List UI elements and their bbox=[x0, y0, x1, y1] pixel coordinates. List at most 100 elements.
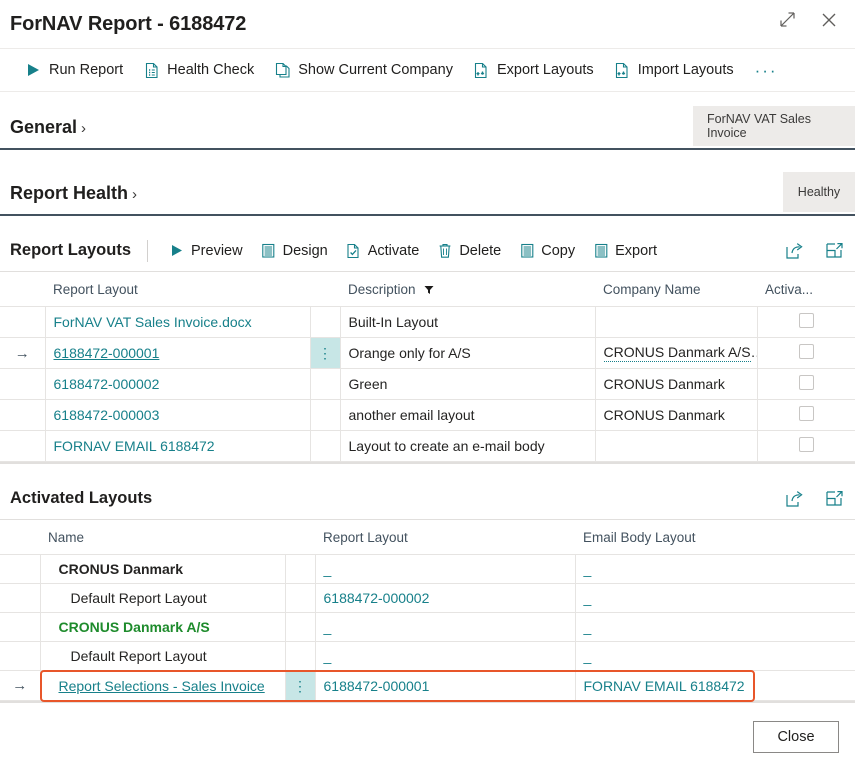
table-row[interactable]: 6188472-000002 Green CRONUS Danmark bbox=[0, 368, 855, 400]
export-layouts-button[interactable]: Export Layouts bbox=[464, 58, 603, 83]
cell-description[interactable]: Green bbox=[339, 368, 596, 400]
report-layout-value[interactable]: 6188472-000002 bbox=[324, 590, 430, 606]
cell-email-body-layout[interactable]: _ bbox=[574, 583, 855, 613]
cell-report-layout[interactable]: ForNAV VAT Sales Invoice.docx bbox=[44, 306, 311, 338]
run-report-button[interactable]: Run Report bbox=[16, 58, 132, 83]
activated-checkbox[interactable] bbox=[798, 313, 814, 328]
cell-name[interactable]: CRONUS Danmark A/S bbox=[39, 612, 286, 642]
close-icon[interactable] bbox=[815, 6, 843, 34]
cell-report-layout[interactable]: 6188472-000001 bbox=[314, 670, 576, 701]
report-health-section-toggle[interactable]: Report Health › bbox=[10, 183, 137, 204]
open-in-new-window-icon[interactable] bbox=[823, 488, 845, 510]
activated-layout-name[interactable]: Report Selections - Sales Invoice bbox=[59, 678, 265, 694]
report-layout-link[interactable]: FORNAV EMAIL 6188472 bbox=[54, 438, 215, 454]
cell-company-name[interactable] bbox=[594, 430, 758, 462]
general-section-toggle[interactable]: General › bbox=[10, 117, 86, 138]
column-header-report-layout[interactable]: Report Layout bbox=[315, 520, 575, 555]
cell-company-name[interactable]: CRONUS Danmark bbox=[594, 368, 758, 400]
table-row[interactable]: ForNAV VAT Sales Invoice.docx Built-In La… bbox=[0, 306, 855, 338]
cell-report-layout[interactable]: 6188472-000002 bbox=[314, 583, 576, 613]
cell-name[interactable]: Report Selections - Sales Invoice bbox=[39, 670, 286, 701]
report-layout-link[interactable]: ForNAV VAT Sales Invoice.docx bbox=[54, 314, 252, 330]
cell-name[interactable]: CRONUS Danmark bbox=[39, 554, 286, 584]
cell-description[interactable]: Built-In Layout bbox=[339, 306, 596, 338]
row-menu-vertical-dots-icon[interactable]: ⋮ bbox=[293, 679, 307, 693]
email-body-layout-value[interactable]: _ bbox=[584, 619, 592, 635]
cell-activated[interactable] bbox=[756, 337, 855, 369]
cell-company-name[interactable]: CRONUS Danmark bbox=[594, 399, 758, 431]
cell-activated[interactable] bbox=[756, 368, 855, 400]
report-layout-value[interactable]: _ bbox=[324, 648, 332, 664]
share-icon[interactable] bbox=[783, 240, 805, 262]
cell-email-body-layout[interactable]: _ bbox=[574, 554, 855, 584]
cell-report-layout[interactable]: 6188472-000001 bbox=[44, 337, 311, 369]
cell-name[interactable]: Default Report Layout bbox=[39, 641, 286, 671]
cell-report-layout[interactable]: _ bbox=[314, 554, 576, 584]
table-row[interactable]: → 6188472-000001 ⋮ Orange only for A/S CRONU… bbox=[0, 337, 855, 369]
export-button[interactable]: Export bbox=[585, 240, 665, 262]
email-body-layout-value[interactable]: _ bbox=[584, 648, 592, 664]
table-row[interactable]: 6188472-000003 another email layout CRONUS… bbox=[0, 399, 855, 431]
cell-activated[interactable] bbox=[756, 306, 855, 338]
import-layouts-button[interactable]: Import Layouts bbox=[605, 58, 743, 83]
report-layout-link[interactable]: 6188472-000003 bbox=[54, 407, 160, 423]
email-body-layout-value[interactable]: FORNAV EMAIL 6188472 bbox=[584, 678, 745, 694]
table-row[interactable]: CRONUS Danmark _ _ bbox=[0, 554, 855, 584]
table-row[interactable]: → Report Selections - Sales Invoice ⋮ 61884… bbox=[0, 670, 855, 701]
report-layout-link[interactable]: 6188472-000002 bbox=[54, 376, 160, 392]
delete-button[interactable]: Delete bbox=[429, 240, 509, 262]
activate-button[interactable]: Activate bbox=[338, 240, 428, 262]
column-header-name[interactable]: Name bbox=[40, 520, 285, 555]
email-body-layout-value[interactable]: _ bbox=[584, 590, 592, 606]
cell-activated[interactable] bbox=[756, 399, 855, 431]
cell-description[interactable]: another email layout bbox=[339, 399, 596, 431]
cell-email-body-layout[interactable]: _ bbox=[574, 641, 855, 671]
activated-checkbox[interactable] bbox=[798, 406, 814, 421]
cell-description[interactable]: Layout to create an e-mail body bbox=[339, 430, 596, 462]
show-current-company-button[interactable]: Show Current Company bbox=[265, 58, 462, 83]
cell-report-layout[interactable]: 6188472-000002 bbox=[44, 368, 311, 400]
row-menu-cell[interactable]: ⋮ bbox=[284, 670, 316, 701]
preview-button[interactable]: Preview bbox=[161, 240, 251, 262]
email-body-layout-value[interactable]: _ bbox=[584, 561, 592, 577]
cell-email-body-layout[interactable]: FORNAV EMAIL 6188472 bbox=[574, 670, 855, 701]
column-header-description[interactable]: Description bbox=[340, 272, 595, 307]
cell-report-layout[interactable]: _ bbox=[314, 612, 576, 642]
health-check-button[interactable]: Health Check bbox=[134, 58, 263, 83]
table-row[interactable]: Default Report Layout _ _ bbox=[0, 641, 855, 671]
design-button[interactable]: Design bbox=[253, 240, 336, 262]
report-layout-link[interactable]: 6188472-000001 bbox=[54, 345, 160, 361]
cell-report-layout[interactable]: _ bbox=[314, 641, 576, 671]
cell-report-layout[interactable]: 6188472-000003 bbox=[44, 399, 311, 431]
table-row[interactable]: CRONUS Danmark A/S _ _ bbox=[0, 612, 855, 642]
table-row[interactable]: Default Report Layout 6188472-000002 _ bbox=[0, 583, 855, 613]
more-options-button[interactable]: ··· bbox=[745, 58, 788, 83]
report-layout-value[interactable]: _ bbox=[324, 561, 332, 577]
filter-icon[interactable] bbox=[424, 282, 434, 297]
cell-email-body-layout[interactable]: _ bbox=[574, 612, 855, 642]
cell-activated[interactable] bbox=[756, 430, 855, 462]
report-layout-value[interactable]: _ bbox=[324, 619, 332, 635]
cell-description[interactable]: Orange only for A/S bbox=[339, 337, 596, 369]
column-header-company-name[interactable]: Company Name bbox=[595, 272, 757, 307]
cell-report-layout[interactable]: FORNAV EMAIL 6188472 bbox=[44, 430, 311, 462]
column-header-email-body-layout[interactable]: Email Body Layout bbox=[575, 520, 855, 555]
column-header-activated[interactable]: Activa... bbox=[757, 272, 855, 307]
row-menu-vertical-dots-icon[interactable]: ⋮ bbox=[318, 346, 332, 360]
activated-checkbox[interactable] bbox=[798, 344, 814, 359]
document-check-icon bbox=[346, 243, 362, 259]
cell-name[interactable]: Default Report Layout bbox=[39, 583, 286, 613]
share-icon[interactable] bbox=[783, 488, 805, 510]
cell-company-name[interactable]: CRONUS Danmark A/S bbox=[594, 337, 758, 369]
activated-checkbox[interactable] bbox=[798, 437, 814, 452]
report-layout-value[interactable]: 6188472-000001 bbox=[324, 678, 430, 694]
close-button[interactable]: Close bbox=[753, 721, 839, 753]
column-header-report-layout[interactable]: Report Layout bbox=[45, 272, 310, 307]
row-menu-cell[interactable]: ⋮ bbox=[309, 337, 341, 369]
open-in-new-window-icon[interactable] bbox=[823, 240, 845, 262]
copy-button[interactable]: Copy bbox=[511, 240, 583, 262]
activated-checkbox[interactable] bbox=[798, 375, 814, 390]
expand-diagonal-icon[interactable] bbox=[773, 6, 801, 34]
cell-company-name[interactable] bbox=[594, 306, 758, 338]
table-row[interactable]: FORNAV EMAIL 6188472 Layout to create an … bbox=[0, 430, 855, 462]
